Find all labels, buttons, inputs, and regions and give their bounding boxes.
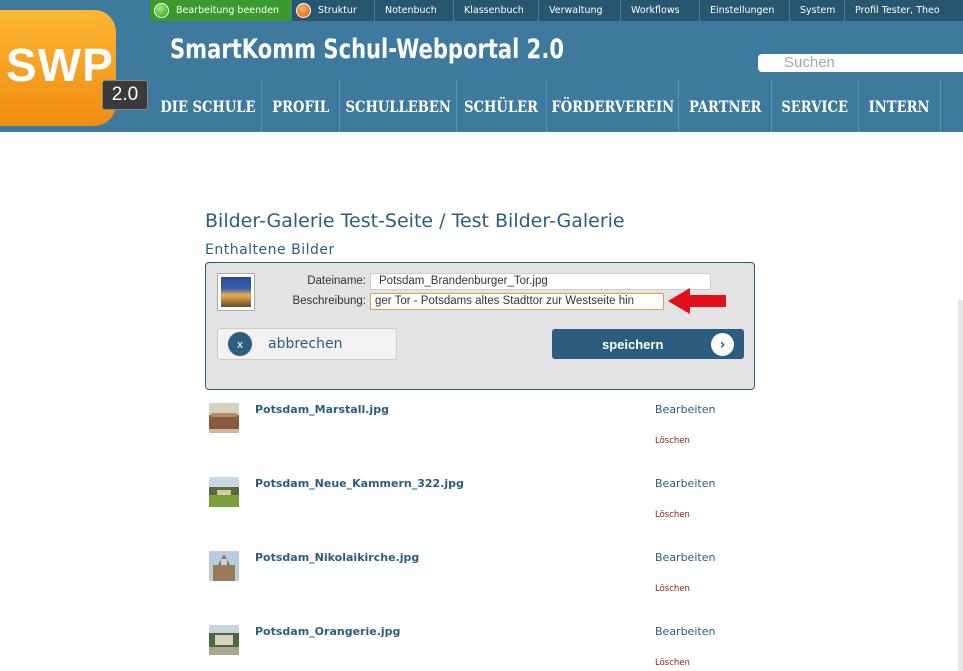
logo-text: SWP — [6, 39, 114, 91]
image-name[interactable]: Potsdam_Nikolaikirche.jpg — [255, 551, 419, 564]
topbar-label: Klassenbuch — [464, 5, 524, 16]
list-item: Potsdam_Orangerie.jpg Bearbeiten Löschen — [205, 625, 765, 671]
image-thumbnail — [209, 403, 239, 433]
nav-item-partner[interactable]: PARTNER — [679, 80, 772, 132]
site-header: Bearbeitung beenden Struktur Notenbuch K… — [0, 0, 963, 132]
topbar-label: System — [800, 5, 836, 16]
topbar-label: Bearbeitung beenden — [176, 5, 280, 16]
delete-link[interactable]: Löschen — [655, 658, 690, 668]
image-thumbnail — [209, 625, 239, 655]
page-title: Bilder-Galerie Test-Seite / Test Bilder-… — [205, 210, 625, 232]
chevron-right-icon: › — [711, 333, 734, 356]
image-thumbnail — [209, 477, 239, 507]
filename-field[interactable]: Potsdam_Brandenburger_Tor.jpg — [370, 273, 711, 290]
main-navigation: DIE SCHULE PROFIL SCHULLEBEN SCHÜLER FÖR… — [155, 80, 941, 132]
nav-item-die-schule[interactable]: DIE SCHULE — [155, 80, 262, 132]
image-edit-panel: Dateiname: Potsdam_Brandenburger_Tor.jpg… — [205, 262, 755, 390]
nav-item-schulleben[interactable]: SCHULLEBEN — [340, 80, 457, 132]
nav-label: INTERN — [869, 96, 930, 116]
swp-logo[interactable]: SWP — [0, 10, 116, 126]
section-title: Enthaltene Bilder — [205, 242, 335, 258]
delete-link[interactable]: Löschen — [655, 510, 690, 520]
site-title: SmartKomm Schul-Webportal 2.0 — [170, 34, 564, 65]
image-name[interactable]: Potsdam_Neue_Kammern_322.jpg — [255, 477, 464, 490]
nav-item-intern[interactable]: INTERN — [859, 80, 941, 132]
cancel-button[interactable]: x abbrechen — [217, 328, 397, 360]
nav-label: SCHÜLER — [464, 96, 539, 116]
topbar-label: Struktur — [318, 5, 357, 16]
image-name[interactable]: Potsdam_Orangerie.jpg — [255, 625, 400, 638]
topbar-item-klassenbuch[interactable]: Klassenbuch — [454, 0, 539, 21]
topbar-label: Profil Tester, Theo — [855, 5, 940, 16]
topbar-item-workflows[interactable]: Workflows — [621, 0, 700, 21]
topbar-item-system[interactable]: System — [790, 0, 845, 21]
nav-item-service[interactable]: SERVICE — [772, 80, 859, 132]
list-item: Potsdam_Marstall.jpg Bearbeiten Löschen — [205, 403, 765, 477]
topbar-label: Notenbuch — [385, 5, 437, 16]
red-arrow-annotation — [668, 288, 726, 314]
nav-label: SERVICE — [781, 96, 849, 116]
cancel-label: abbrechen — [268, 336, 343, 352]
description-label: Beschreibung: — [292, 295, 366, 307]
delete-link[interactable]: Löschen — [655, 584, 690, 594]
search-input[interactable]: Suchen — [758, 54, 963, 72]
topbar-item-notenbuch[interactable]: Notenbuch — [375, 0, 454, 21]
nav-item-foerderverein[interactable]: FÖRDERVEREIN — [547, 80, 679, 132]
edit-link[interactable]: Bearbeiten — [655, 551, 715, 564]
topbar-label: Workflows — [631, 5, 680, 16]
save-label: speichern — [602, 336, 664, 352]
topbar-item-struktur[interactable]: Struktur — [292, 0, 375, 21]
topbar-item-profil[interactable]: Profil Tester, Theo — [845, 0, 963, 21]
nav-item-profil[interactable]: PROFIL — [262, 80, 340, 132]
edit-link[interactable]: Bearbeiten — [655, 477, 715, 490]
topbar-item-bearbeitung-beenden[interactable]: Bearbeitung beenden — [150, 0, 292, 21]
topbar-item-einstellungen[interactable]: Einstellungen — [700, 0, 790, 21]
topbar-item-verwaltung[interactable]: Verwaltung — [539, 0, 621, 21]
nav-label: FÖRDERVEREIN — [551, 96, 674, 116]
filename-label: Dateiname: — [307, 275, 366, 287]
logo-version-badge: 2.0 — [102, 80, 148, 110]
scrollbar-track[interactable] — [958, 300, 963, 671]
edit-link[interactable]: Bearbeiten — [655, 625, 715, 638]
nav-label: DIE SCHULE — [160, 96, 256, 116]
list-item: Potsdam_Nikolaikirche.jpg Bearbeiten Lös… — [205, 551, 765, 625]
top-toolbar: Bearbeitung beenden Struktur Notenbuch K… — [150, 0, 963, 21]
delete-link[interactable]: Löschen — [655, 436, 690, 446]
nav-label: PARTNER — [688, 96, 762, 116]
description-field[interactable]: ger Tor - Potsdams altes Stadttor zur We… — [370, 293, 664, 310]
close-icon: x — [228, 332, 252, 356]
nav-label: SCHULLEBEN — [345, 96, 451, 116]
image-thumbnail — [209, 551, 239, 581]
edit-link[interactable]: Bearbeiten — [655, 403, 715, 416]
image-name[interactable]: Potsdam_Marstall.jpg — [255, 403, 389, 416]
topbar-label: Einstellungen — [710, 5, 775, 16]
green-circle-icon — [154, 3, 169, 18]
topbar-label: Verwaltung — [549, 5, 603, 16]
save-button[interactable]: speichern › — [552, 329, 744, 359]
nav-item-schueler[interactable]: SCHÜLER — [457, 80, 547, 132]
nav-label: PROFIL — [272, 96, 329, 116]
list-item: Potsdam_Neue_Kammern_322.jpg Bearbeiten … — [205, 477, 765, 551]
orange-circle-icon — [296, 3, 311, 18]
